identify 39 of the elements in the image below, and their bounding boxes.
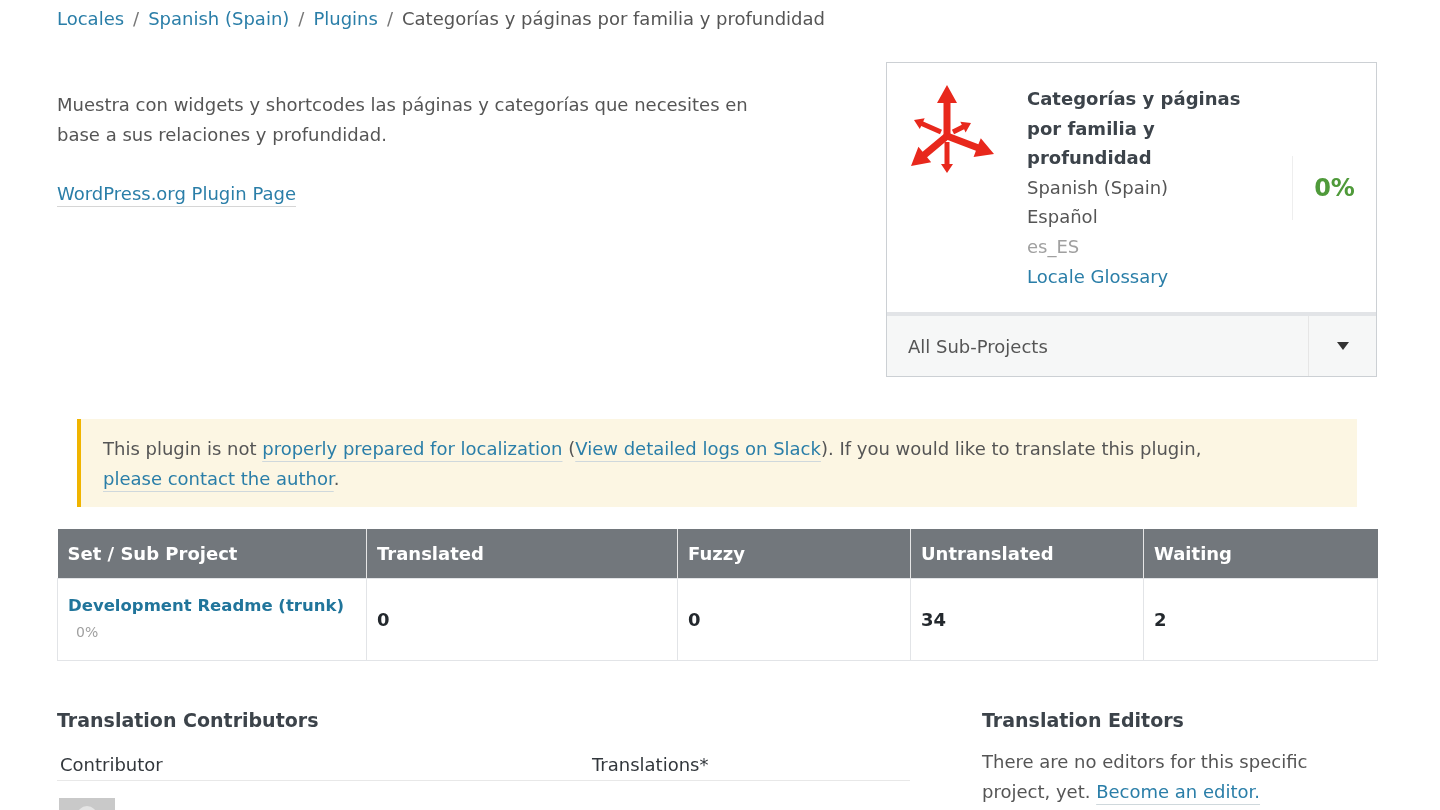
column-header: Untranslated bbox=[910, 529, 1144, 579]
editors-text: There are no editors for this specific project, yet. Become an editor. bbox=[982, 749, 1309, 804]
column-header: Contributor bbox=[60, 752, 164, 777]
section-heading: Translation Editors bbox=[982, 707, 1185, 733]
notice-link[interactable]: View detailed logs on Slack bbox=[575, 438, 821, 460]
breadcrumb-separator: / bbox=[133, 8, 140, 29]
breadcrumb-separator: / bbox=[386, 8, 393, 29]
column-header: Waiting bbox=[1143, 529, 1378, 579]
become-editor-link[interactable]: Become an editor. bbox=[1096, 780, 1261, 802]
section-heading: Translation Contributors bbox=[57, 707, 320, 733]
radiating-arrows-icon bbox=[910, 84, 995, 174]
breadcrumb-link[interactable]: Plugins bbox=[313, 8, 378, 29]
breadcrumb-link[interactable]: Spanish (Spain) bbox=[148, 8, 290, 29]
glossary-link[interactable]: Locale Glossary bbox=[1027, 265, 1169, 287]
table-cell: 2 bbox=[1143, 578, 1378, 661]
breadcrumb-separator: / bbox=[298, 8, 305, 29]
plugin-page-link[interactable]: WordPress.org Plugin Page bbox=[57, 183, 296, 204]
column-header: Translations* bbox=[592, 752, 709, 777]
column-header: Set / Sub Project bbox=[57, 529, 367, 579]
table-cell: 0 bbox=[677, 578, 911, 661]
completion-percent: 0% bbox=[1314, 173, 1355, 202]
subproject-select[interactable]: All Sub-Projects bbox=[887, 312, 1376, 377]
locale-name: Spanish (Spain) bbox=[1027, 175, 1170, 200]
subproject-percent: 0% bbox=[75, 622, 100, 642]
column-header: Fuzzy bbox=[677, 529, 911, 579]
table-cell: 34 bbox=[910, 578, 1144, 661]
project-title: Categorías y páginas por familia y profundidad bbox=[1027, 87, 1242, 171]
column-header: Translated bbox=[366, 529, 678, 579]
notice-link[interactable]: properly prepared for localization bbox=[262, 438, 563, 460]
plugin-description: Muestra con widgets y shortcodes las páginas y categorías que necesites en base a sus relaciones y profundidad. bbox=[57, 93, 749, 147]
breadcrumb-current: Categorías y páginas por familia y profundidad bbox=[401, 8, 825, 29]
notice-link[interactable]: please contact the author bbox=[103, 468, 334, 490]
native-name: Español bbox=[1027, 205, 1099, 230]
breadcrumb-link[interactable]: Locales bbox=[57, 8, 125, 29]
caret-icon bbox=[1336, 342, 1349, 351]
locale-code: es_ES bbox=[1027, 234, 1081, 260]
subproject-link[interactable]: Development Readme (trunk) bbox=[68, 595, 344, 615]
notice-text: This plugin is not properly prepared for localization (View detailed logs on Slack). If you would like to translate this plugin, please contact the author. bbox=[103, 437, 1203, 492]
table-cell: 0 bbox=[366, 578, 678, 661]
